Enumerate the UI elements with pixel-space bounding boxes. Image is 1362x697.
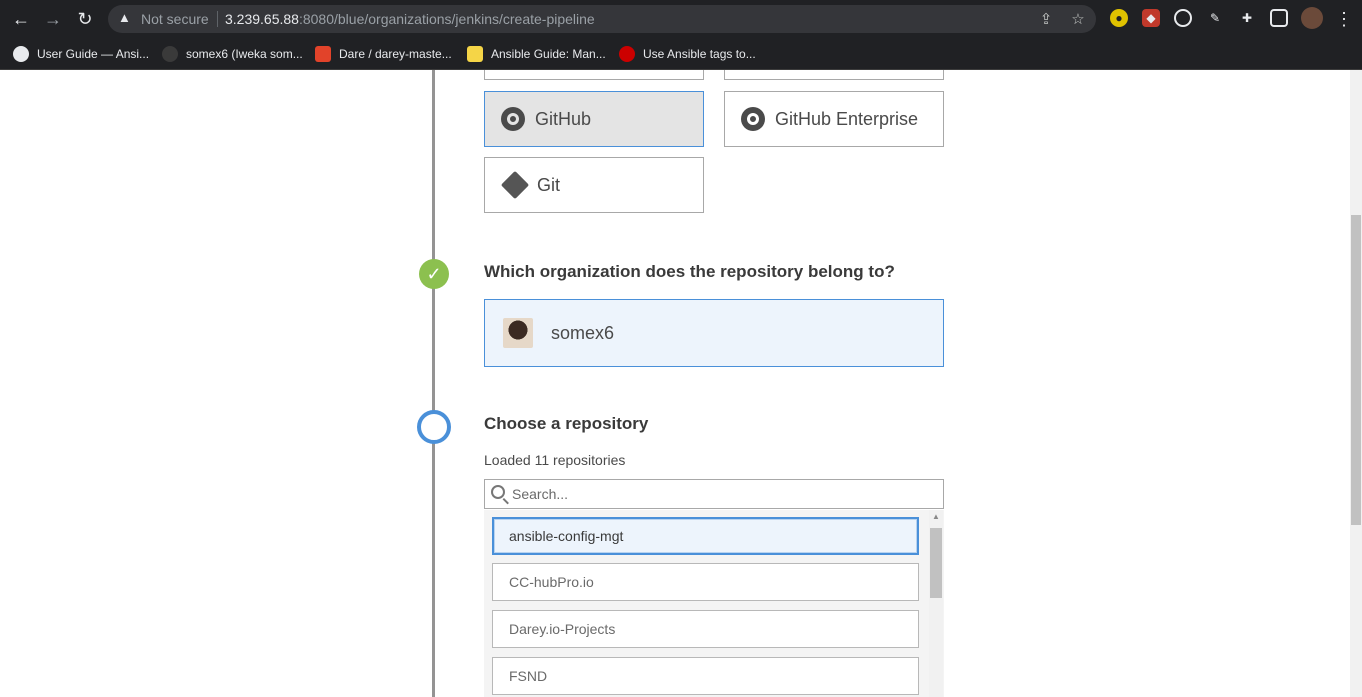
scm-option-label: Git [537,174,561,195]
bookmark-item[interactable]: Use Ansible tags to... [619,44,756,64]
url-host: 3.239.65.88 [225,11,299,27]
github-icon [162,46,178,62]
scm-option-label: GitHub [535,108,592,129]
loaded-count-text: Loaded 11 repositories [484,452,626,468]
redhat-icon [619,46,635,62]
bookmark-label: Use Ansible tags to... [643,47,756,61]
scm-option-github[interactable]: GitHub [484,91,704,147]
repo-list-scroll-thumb[interactable] [930,528,942,598]
org-option-selected[interactable]: somex6 [484,299,944,367]
security-label: Not secure [141,11,209,27]
bookmark-label: Ansible Guide: Man... [491,47,606,61]
scm-option-partial[interactable] [484,70,704,80]
bookmark-label: somex6 (Iweka som... [186,47,303,61]
step-complete-check-icon: ✓ [419,259,449,289]
step-active-indicator [417,410,451,444]
extension-target-icon[interactable] [1174,9,1192,27]
menu-kebab-icon[interactable]: ⋮ [1334,9,1354,29]
extension-pen-icon[interactable]: ✎ [1206,9,1224,27]
profile-avatar[interactable] [1301,7,1323,29]
back-icon[interactable]: ← [11,9,31,29]
side-panel-icon[interactable] [1270,9,1288,27]
bookmark-label: User Guide — Ansi... [37,47,150,61]
reload-icon[interactable]: ↻ [75,9,95,29]
address-separator [217,11,218,27]
step-rail [432,70,435,697]
repo-list: ansible-config-mgt CC-hubPro.io Darey.io… [484,510,944,697]
org-step-heading: Which organization does the repository b… [484,262,895,281]
url-path: :8080/blue/organizations/jenkins/create-… [298,11,595,27]
extensions-puzzle-icon[interactable]: ✚ [1238,9,1256,27]
extension-yellow-icon[interactable]: ● [1110,9,1128,27]
org-avatar [503,318,533,348]
scm-option-label: GitHub Enterprise [775,108,919,129]
bookmarks-bar: User Guide — Ansi... somex6 (Iweka som..… [0,38,1362,70]
repo-item[interactable]: CC-hubPro.io [492,563,919,601]
browser-toolbar: ← → ↻ ▲ Not secure 3.239.65.88:8080/blue… [0,0,1362,38]
scroll-up-arrow-icon[interactable]: ▲ [930,512,942,522]
github-icon [501,107,525,131]
scm-option-git[interactable]: Git [484,157,704,213]
search-icon [491,485,505,499]
create-pipeline-page: GitHub GitHub Enterprise Git ✓ Which org… [0,70,1350,697]
scm-option-github-enterprise[interactable]: GitHub Enterprise [724,91,944,147]
org-name: somex6 [551,322,615,343]
repo-item[interactable]: FSND [492,657,919,695]
repo-item-selected[interactable]: ansible-config-mgt [492,517,919,555]
page-scroll-thumb[interactable] [1351,215,1361,525]
forward-icon[interactable]: → [43,9,63,29]
bookmark-item[interactable]: User Guide — Ansi... [13,44,149,64]
lightbulb-icon [467,46,483,62]
bookmark-item[interactable]: somex6 (Iweka som... [162,44,303,64]
git-icon [500,170,530,200]
scm-option-partial[interactable] [724,70,944,80]
repo-item[interactable]: Darey.io-Projects [492,610,919,648]
repo-search-box [484,479,944,509]
star-icon[interactable]: ☆ [1069,11,1087,29]
repo-step-heading: Choose a repository [484,414,649,433]
gitlab-icon [315,46,331,62]
repo-search-input[interactable] [512,484,932,504]
bookmark-item[interactable]: Ansible Guide: Man... [467,44,606,64]
bookmark-item[interactable]: Dare / darey-maste... [315,44,452,64]
bookmark-label: Dare / darey-maste... [339,47,452,61]
github-icon [741,107,765,131]
address-bar[interactable]: ▲ Not secure 3.239.65.88:8080/blue/organ… [108,5,1096,33]
warning-icon: ▲ [118,10,131,25]
extension-red-icon[interactable]: ◆ [1142,9,1160,27]
url-text[interactable]: 3.239.65.88:8080/blue/organizations/jenk… [225,11,595,27]
share-icon[interactable]: ⇪ [1037,11,1055,29]
globe-icon [13,46,29,62]
